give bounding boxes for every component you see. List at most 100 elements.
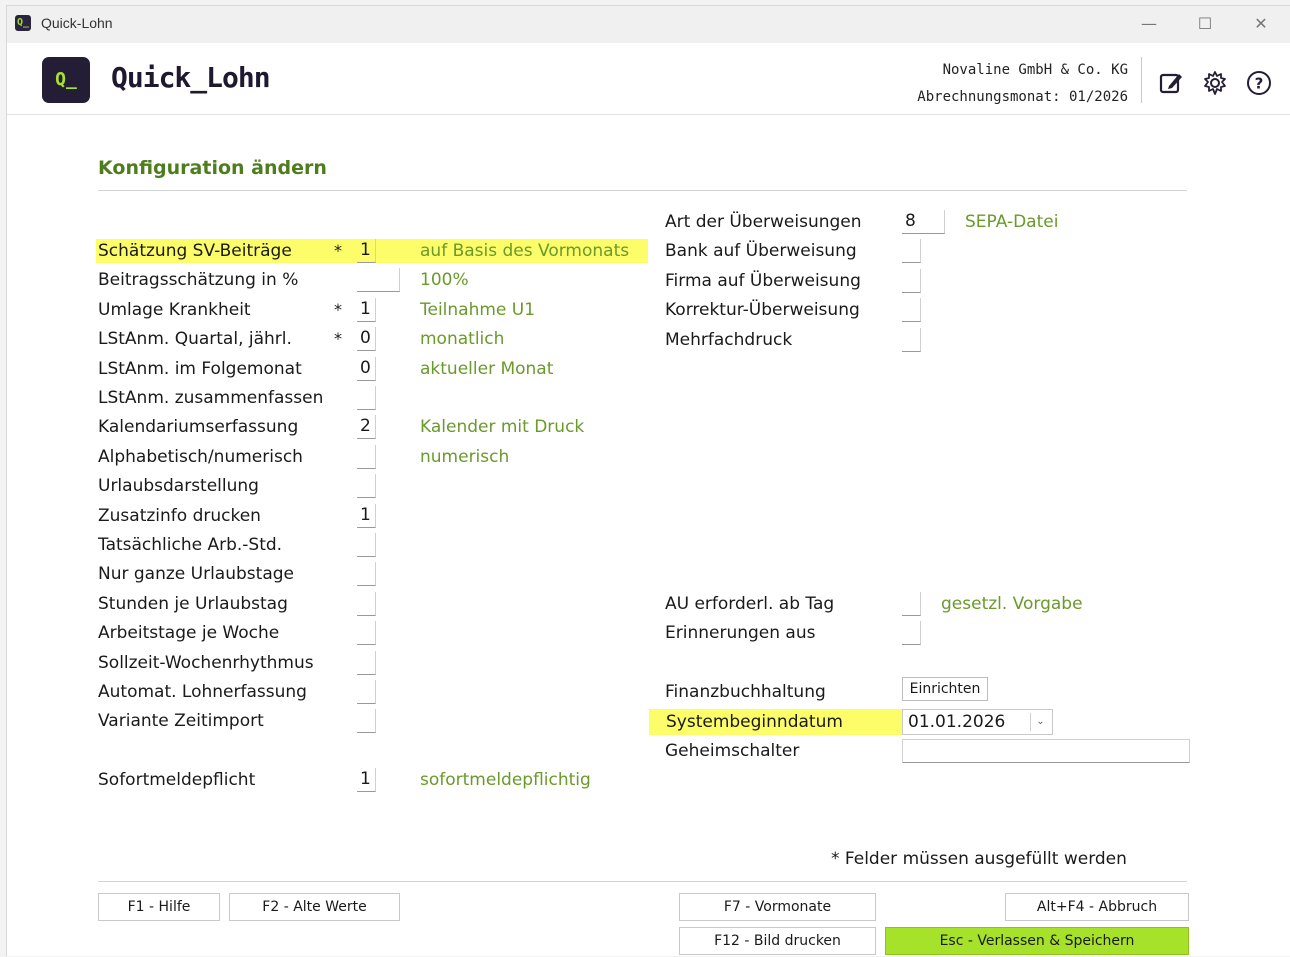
left-setting-field[interactable] <box>357 591 376 616</box>
left-setting-label: Stunden je Urlaubstag <box>98 593 288 614</box>
old-values-button[interactable]: F2 - Alte Werte <box>229 893 400 921</box>
left-setting-label: Variante Zeitimport <box>98 711 264 732</box>
left-setting-field[interactable]: 1 <box>357 239 376 263</box>
left-setting-row: Schätzung SV-Beiträge * 1 auf Basis des Vor… <box>96 239 648 263</box>
cancel-button[interactable]: Alt+F4 - Abbruch <box>1005 893 1189 921</box>
au-setting-label: Erinnerungen aus <box>665 623 816 644</box>
company-info: Novaline GmbH & Co. KG Abrechnungsmonat:… <box>917 57 1128 111</box>
left-setting-field[interactable] <box>357 680 376 704</box>
geheimschalter-label: Geheimschalter <box>665 741 800 761</box>
transfer-setting-field[interactable] <box>902 298 921 323</box>
finanzbuchhaltung-label: Finanzbuchhaltung <box>665 682 826 702</box>
transfer-setting-field[interactable]: 8 <box>902 210 945 234</box>
sofortmeldepflicht-desc: sofortmeldepflichtig <box>420 770 591 790</box>
au-setting-field[interactable] <box>902 621 921 646</box>
left-setting-label: Kalendariumserfassung <box>98 417 299 438</box>
au-setting-row: AU erforderl. ab Tag gesetzl. Vorgabe <box>665 592 1195 616</box>
left-setting-desc: 100% <box>420 270 469 291</box>
transfer-setting-desc: SEPA-Datei <box>965 212 1059 232</box>
left-setting-field[interactable] <box>357 562 376 587</box>
chevron-down-icon[interactable]: ⌄ <box>1030 713 1050 731</box>
left-setting-label: Arbeitstage je Woche <box>98 623 280 644</box>
footer-divider <box>98 881 1187 882</box>
einrichten-button[interactable]: Einrichten <box>902 677 988 701</box>
transfer-setting-row: Bank auf Überweisung <box>665 239 1195 264</box>
transfer-setting-label: Korrektur-Überweisung <box>665 300 860 321</box>
app-header: Q_ Quick_Lohn Novaline GmbH & Co. KG Abr… <box>7 43 1290 115</box>
left-setting-desc: monatlich <box>420 329 505 350</box>
close-icon[interactable]: ✕ <box>1238 9 1284 39</box>
transfer-setting-row: Firma auf Überweisung <box>665 268 1195 293</box>
left-setting-label: Sollzeit-Wochenrhythmus <box>98 652 314 673</box>
transfer-setting-field[interactable] <box>902 239 921 264</box>
sofortmeldepflicht-row: Sofortmeldepflicht 1 sofortmeldepflichti… <box>98 768 658 792</box>
left-setting-field[interactable] <box>357 533 376 557</box>
svg-text:?: ? <box>1255 75 1264 93</box>
edit-icon[interactable] <box>1157 69 1185 97</box>
billing-period: Abrechnungsmonat: 01/2026 <box>917 89 1128 105</box>
left-setting-row: Tatsächliche Arb.-Std. <box>98 533 658 557</box>
left-setting-field[interactable] <box>357 650 376 675</box>
transfer-setting-field[interactable] <box>902 268 921 293</box>
left-setting-field[interactable]: 0 <box>357 356 376 381</box>
required-marker: * <box>334 299 342 319</box>
left-setting-row: Umlage Krankheit * 1 Teilnahme U1 <box>98 297 658 322</box>
left-setting-field[interactable]: 1 <box>357 503 376 528</box>
transfer-setting-field[interactable] <box>902 327 921 352</box>
left-setting-field[interactable] <box>357 709 376 734</box>
required-marker: * <box>334 329 342 349</box>
left-setting-label: LStAnm. zusammenfassen <box>98 388 324 408</box>
left-setting-field[interactable]: 1 <box>357 297 376 322</box>
sofortmeldepflicht-label: Sofortmeldepflicht <box>98 770 256 790</box>
left-setting-label: LStAnm. Quartal, jährl. <box>98 329 292 350</box>
transfer-setting-label: Mehrfachdruck <box>665 329 793 350</box>
sofortmeldepflicht-field[interactable]: 1 <box>357 768 376 792</box>
geheimschalter-input[interactable] <box>902 739 1190 763</box>
save-and-exit-button[interactable]: Esc - Verlassen & Speichern <box>885 927 1189 955</box>
left-setting-field[interactable] <box>357 621 376 646</box>
left-setting-row: Alphabetisch/numerisch numerisch <box>98 444 658 469</box>
left-setting-field[interactable] <box>357 268 400 293</box>
left-setting-row: LStAnm. zusammenfassen <box>98 386 658 410</box>
left-setting-desc: auf Basis des Vormonats <box>420 241 630 261</box>
systembeginndatum-date-picker[interactable]: 01.01.2026 ⌄ <box>902 709 1053 735</box>
left-setting-label: Tatsächliche Arb.-Std. <box>98 535 283 555</box>
title-divider <box>98 190 1187 191</box>
left-setting-row: LStAnm. Quartal, jährl. * 0 monatlich <box>98 327 658 352</box>
gear-icon[interactable] <box>1201 69 1229 97</box>
left-setting-row: Nur ganze Urlaubstage <box>98 562 658 587</box>
help-button[interactable]: F1 - Hilfe <box>98 893 220 921</box>
help-icon[interactable]: ? <box>1245 69 1273 97</box>
left-setting-field[interactable] <box>357 386 376 410</box>
left-setting-label: Zusatzinfo drucken <box>98 505 261 526</box>
left-setting-row: Beitragsschätzung in % 100% <box>98 268 658 293</box>
left-setting-row: Arbeitstage je Woche <box>98 621 658 646</box>
app-window: Q_ Quick-Lohn — ☐ ✕ Q_ Quick_Lohn Novali… <box>6 5 1290 956</box>
previous-months-button[interactable]: F7 - Vormonate <box>679 893 876 921</box>
app-icon: Q_ <box>15 15 31 31</box>
app-name: Quick_Lohn <box>111 61 271 94</box>
au-setting-row: Erinnerungen aus <box>665 621 1195 646</box>
left-setting-row: LStAnm. im Folgemonat 0 aktueller Monat <box>98 356 658 381</box>
transfer-setting-label: Firma auf Überweisung <box>665 270 861 291</box>
left-setting-desc: Kalender mit Druck <box>420 417 585 438</box>
au-setting-field[interactable] <box>902 592 921 616</box>
left-setting-row: Stunden je Urlaubstag <box>98 591 658 616</box>
minimize-icon[interactable]: — <box>1126 9 1172 39</box>
left-setting-field[interactable]: 0 <box>357 327 376 352</box>
print-screen-button[interactable]: F12 - Bild drucken <box>679 927 876 955</box>
left-setting-field[interactable] <box>357 474 376 499</box>
systembeginndatum-label: Systembeginndatum <box>666 712 843 732</box>
transfer-setting-label: Art der Überweisungen <box>665 212 862 232</box>
page-title: Konfiguration ändern <box>98 157 327 179</box>
left-setting-field[interactable]: 2 <box>357 415 376 440</box>
left-setting-row: Kalendariumserfassung 2 Kalender mit Druck <box>98 415 658 440</box>
left-setting-label: Beitragsschätzung in % <box>98 270 299 291</box>
transfer-setting-row: Korrektur-Überweisung <box>665 298 1195 323</box>
left-setting-field[interactable] <box>357 444 376 469</box>
left-setting-label: Schätzung SV-Beiträge <box>98 241 292 261</box>
maximize-icon[interactable]: ☐ <box>1182 9 1228 39</box>
left-setting-row: Zusatzinfo drucken 1 <box>98 503 658 528</box>
required-marker: * <box>334 241 342 260</box>
title-bar: Q_ Quick-Lohn — ☐ ✕ <box>7 6 1290 43</box>
